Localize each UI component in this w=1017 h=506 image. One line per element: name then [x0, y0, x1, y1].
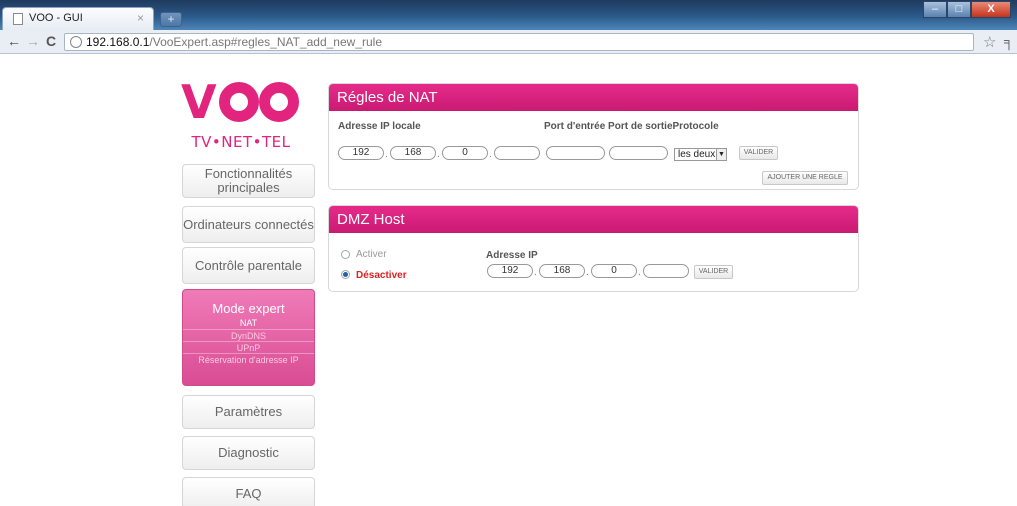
new-tab-button[interactable]: + [160, 12, 182, 27]
browser-toolbar: ← → C 192.168.0.1/VooExpert.asp#regles_N… [0, 30, 1017, 54]
reload-button[interactable]: C [46, 33, 56, 49]
dmz-panel-title: DMZ Host [329, 206, 858, 233]
nat-ip-octet-3[interactable]: 0 [442, 146, 488, 160]
browser-tab[interactable]: VOO - GUI × [2, 7, 154, 30]
nat-panel: Régles de NAT Adresse IP locale Port d'e… [328, 83, 859, 190]
window-controls: – □ X [923, 1, 1011, 18]
window-titlebar: VOO - GUI × + – □ X [0, 0, 1017, 30]
protocol-select[interactable]: les deux ▼ [674, 148, 727, 161]
logo-tagline: TV•NET•TEL [191, 133, 291, 151]
nat-ip-octet-4[interactable] [494, 146, 540, 160]
dmz-ip-label: Adresse IP [486, 250, 538, 261]
dropdown-arrow-icon: ▼ [716, 149, 726, 160]
dmz-panel: DMZ Host Activer Désactiver Adresse IP 1… [328, 205, 859, 292]
menu-fonctionnalites[interactable]: Fonctionnalités principales [182, 164, 315, 198]
forward-button[interactable]: → [26, 33, 40, 49]
menu-faq[interactable]: FAQ [182, 477, 315, 506]
dmz-ip-octet-1[interactable]: 192 [487, 264, 533, 278]
ports-protocol-label: Port d'entrée Port de sortieProtocole [544, 121, 719, 132]
expert-subitem-dyndns[interactable]: DynDNS [183, 329, 314, 341]
address-bar[interactable]: 192.168.0.1/VooExpert.asp#regles_NAT_add… [64, 33, 974, 51]
nat-panel-title: Régles de NAT [329, 84, 858, 111]
wrench-icon[interactable]: ╕ [1004, 33, 1014, 49]
ip-separator: . [638, 267, 641, 278]
activate-radio[interactable] [341, 250, 350, 259]
nat-port-out[interactable] [609, 146, 668, 160]
logo-ring [219, 82, 259, 122]
expert-subitem-nat[interactable]: NAT [183, 317, 314, 329]
nat-port-in[interactable] [546, 146, 605, 160]
minimize-button[interactable]: – [923, 1, 947, 18]
add-rule-button[interactable]: AJOUTER UNE REGLE [762, 171, 848, 185]
ip-separator: . [437, 149, 440, 160]
dmz-ip-octet-4[interactable] [643, 264, 689, 278]
expert-title: Mode expert [212, 301, 285, 316]
nat-validate-button[interactable]: VALIDER [739, 146, 778, 160]
ip-separator: . [489, 149, 492, 160]
tab-title: VOO - GUI [29, 12, 83, 24]
menu-controle-parentale[interactable]: Contrôle parentale [182, 247, 315, 284]
protocol-value: les deux [678, 149, 716, 160]
ip-separator: . [534, 267, 537, 278]
dmz-ip-octet-3[interactable]: 0 [591, 264, 637, 278]
dmz-ip-octet-2[interactable]: 168 [539, 264, 585, 278]
menu-mode-expert[interactable]: Mode expert NAT DynDNS UPnP Réservation … [182, 289, 315, 386]
expert-subitem-upnp[interactable]: UPnP [183, 341, 314, 353]
ip-separator: . [586, 267, 589, 278]
expert-subitem-ip-reservation[interactable]: Réservation d'adresse IP [183, 353, 314, 365]
url-text: 192.168.0.1/VooExpert.asp#regles_NAT_add… [86, 34, 382, 50]
nat-ip-octet-1[interactable]: 192 [338, 146, 384, 160]
tab-close-icon[interactable]: × [137, 11, 144, 25]
back-button[interactable]: ← [7, 33, 21, 49]
voo-logo-mark: V [181, 75, 301, 129]
menu-parametres[interactable]: Paramètres [182, 395, 315, 429]
globe-icon [70, 36, 82, 48]
activate-label: Activer [356, 249, 387, 260]
dmz-validate-button[interactable]: VALIDER [694, 265, 733, 279]
url-host: 192.168.0.1 [86, 35, 150, 49]
maximize-button[interactable]: □ [947, 1, 971, 18]
ip-separator: . [385, 149, 388, 160]
url-path: /VooExpert.asp#regles_NAT_add_new_rule [149, 35, 382, 49]
logo-ring [259, 82, 299, 122]
deactivate-radio[interactable] [341, 270, 350, 279]
local-ip-label: Adresse IP locale [338, 121, 421, 132]
logo-letter-v: V [181, 75, 217, 129]
bookmark-star-icon[interactable]: ☆ [983, 33, 996, 51]
nat-ip-octet-2[interactable]: 168 [390, 146, 436, 160]
page-icon [13, 13, 23, 25]
deactivate-label: Désactiver [356, 270, 407, 281]
voo-logo: V TV•NET•TEL [181, 75, 301, 151]
close-window-button[interactable]: X [971, 1, 1011, 18]
menu-ordinateurs[interactable]: Ordinateurs connectés [182, 206, 315, 243]
menu-diagnostic[interactable]: Diagnostic [182, 436, 315, 470]
